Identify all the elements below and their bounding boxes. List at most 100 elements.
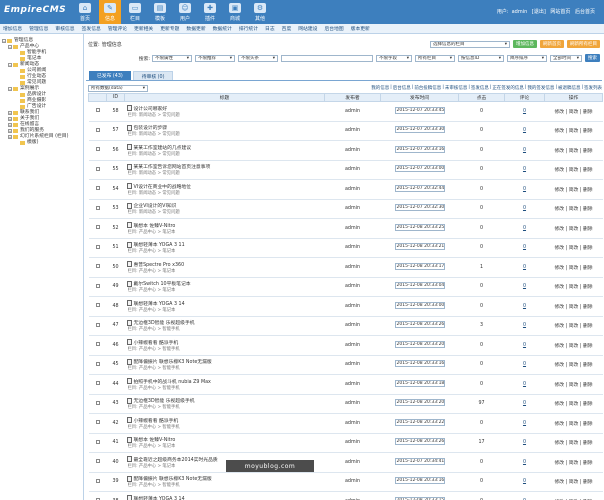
row-checkbox[interactable] — [95, 478, 100, 483]
site-home-link[interactable]: 网站首页 — [550, 9, 570, 15]
row-checkbox[interactable] — [95, 205, 100, 210]
row-checkbox[interactable] — [95, 147, 100, 152]
row-title-link[interactable]: 联想本 佐臻V-Nitro — [134, 222, 176, 229]
row-checkbox[interactable] — [95, 225, 100, 230]
nav-item-folder[interactable]: ▭ 栏目 — [124, 0, 146, 24]
row-checkbox[interactable] — [95, 342, 100, 347]
row-title-link[interactable]: 配降偏振片 联想乐檬K3 Note无漏版 — [134, 475, 212, 482]
nav-item-plugin[interactable]: ✚ 插件 — [199, 0, 221, 24]
filter-link[interactable]: 我的签发信息 — [527, 85, 554, 91]
filter-link[interactable]: 前台投稿信息 — [414, 85, 441, 91]
row-checkbox[interactable] — [95, 244, 100, 249]
row-actions[interactable]: 修改 | 简改 | 删除 — [554, 422, 592, 427]
nav-item-user[interactable]: ☺ 用户 — [174, 0, 196, 24]
subnav-link[interactable]: 管理评论 — [108, 25, 127, 32]
row-comments-link[interactable]: 0 — [523, 265, 526, 270]
row-title-link[interactable]: 小辣椒看看 酷派手机 — [134, 339, 179, 346]
row-comments-link[interactable]: 0 — [523, 401, 526, 406]
row-comments-link[interactable]: 0 — [523, 226, 526, 231]
subnav-link[interactable]: 后台地图 — [324, 25, 343, 32]
collapse-icon[interactable]: − — [8, 87, 12, 91]
row-actions[interactable]: 修改 | 简改 | 删除 — [554, 110, 592, 115]
row-checkbox[interactable] — [95, 361, 100, 366]
row-actions[interactable]: 修改 | 简改 | 删除 — [554, 188, 592, 193]
row-actions[interactable]: 修改 | 简改 | 删除 — [554, 168, 592, 173]
row-comments-link[interactable]: 0 — [523, 440, 526, 445]
collapse-icon[interactable]: − — [2, 39, 6, 43]
row-checkbox[interactable] — [95, 127, 100, 132]
row-title-link[interactable]: 小辣椒看看 酷派手机 — [134, 417, 179, 424]
row-comments-link[interactable]: 0 — [523, 167, 526, 172]
row-actions[interactable]: 修改 | 简改 | 删除 — [554, 324, 592, 329]
subnav-link[interactable]: 审核信息 — [55, 25, 74, 32]
row-actions[interactable]: 修改 | 简改 | 删除 — [554, 402, 592, 407]
filter-link[interactable]: 被退稿信息 — [558, 85, 581, 91]
expand-icon[interactable]: + — [8, 117, 12, 121]
search-select[interactable]: 不限属性 ▾ — [152, 54, 192, 62]
row-actions[interactable]: 修改 | 简改 | 删除 — [554, 305, 592, 310]
tree-node[interactable]: 模版) — [2, 140, 81, 146]
subnav-link[interactable]: 更新相关 — [134, 25, 153, 32]
filter-link[interactable]: 未审核信息 — [445, 85, 468, 91]
subnav-link[interactable]: 日志 — [265, 25, 275, 32]
expand-icon[interactable]: + — [8, 129, 12, 133]
collapse-icon[interactable]: − — [8, 45, 12, 49]
row-comments-link[interactable]: 0 — [523, 382, 526, 387]
expand-icon[interactable]: + — [8, 123, 12, 127]
refresh-home-button[interactable]: 刷新首页 — [540, 40, 564, 48]
subnav-link[interactable]: 数据更新 — [186, 25, 205, 32]
row-actions[interactable]: 修改 | 简改 | 删除 — [554, 129, 592, 134]
row-comments-link[interactable]: 0 — [523, 128, 526, 133]
row-title-link[interactable]: 最全靠近之超级商务本2014实时光品质 — [134, 456, 218, 463]
data-table-select[interactable]: 所有数据(data) ▾ — [88, 84, 148, 92]
row-actions[interactable]: 修改 | 简改 | 删除 — [554, 285, 592, 290]
search-input[interactable] — [281, 54, 373, 62]
row-comments-link[interactable]: 0 — [523, 304, 526, 309]
row-comments-link[interactable]: 0 — [523, 421, 526, 426]
row-comments-link[interactable]: 0 — [523, 362, 526, 367]
search-select[interactable]: 所有栏目 ▾ — [415, 54, 455, 62]
row-title-link[interactable]: 联想本 佐臻V-Nitro — [134, 436, 176, 443]
row-actions[interactable]: 修改 | 简改 | 删除 — [554, 344, 592, 349]
tab[interactable]: 已发布 (43) — [89, 71, 131, 80]
row-actions[interactable]: 修改 | 简改 | 删除 — [554, 461, 592, 466]
row-checkbox[interactable] — [95, 322, 100, 327]
row-title-link[interactable]: 拍照手机中的战斗机 nubia Z9 Max — [134, 378, 211, 385]
row-comments-link[interactable]: 0 — [523, 148, 526, 153]
row-checkbox[interactable] — [95, 283, 100, 288]
row-actions[interactable]: 修改 | 简改 | 删除 — [554, 149, 592, 154]
row-title-link[interactable]: 某某工作室告诉您网站首页注意事项 — [134, 163, 211, 170]
row-actions[interactable]: 修改 | 简改 | 删除 — [554, 441, 592, 446]
subnav-link[interactable]: 数据统计 — [213, 25, 232, 32]
subnav-link[interactable]: 管理信息 — [29, 25, 48, 32]
filter-link[interactable]: 正在签发的信息 — [492, 85, 524, 91]
row-title-link[interactable]: 联想轻薄本 YOGA 3 11 — [134, 241, 185, 248]
subnav-link[interactable]: 增加信息 — [3, 25, 22, 32]
nav-item-pencil[interactable]: ✎ 信息 — [99, 0, 121, 24]
row-comments-link[interactable]: 0 — [523, 109, 526, 114]
filter-link[interactable]: 签发列表 — [584, 85, 602, 91]
nav-item-home[interactable]: ⌂ 首页 — [74, 0, 96, 24]
row-actions[interactable]: 修改 | 简改 | 删除 — [554, 480, 592, 485]
nav-item-shop[interactable]: ▣ 商城 — [224, 0, 246, 24]
row-comments-link[interactable]: 0 — [523, 323, 526, 328]
search-button[interactable]: 搜索 — [585, 54, 600, 62]
refresh-all-button[interactable]: 刷新所有栏目 — [567, 40, 600, 48]
search-select[interactable]: 不限推荐 ▾ — [195, 54, 235, 62]
row-title-link[interactable]: 联想轻薄本 YOGA 3 14 — [134, 495, 185, 500]
subnav-link[interactable]: 排行统计 — [239, 25, 258, 32]
logout-link[interactable]: [退出] — [532, 9, 546, 15]
row-title-link[interactable]: 惠普Spectre Pro x360 — [134, 261, 185, 268]
row-title-link[interactable]: 包装设计的步骤 — [134, 124, 168, 131]
subnav-link[interactable]: 网站建设 — [298, 25, 317, 32]
row-checkbox[interactable] — [95, 303, 100, 308]
filter-link[interactable]: 签发信息 — [471, 85, 489, 91]
row-title-link[interactable]: 企业VI设计的VI知识 — [134, 202, 177, 209]
row-checkbox[interactable] — [95, 186, 100, 191]
row-comments-link[interactable]: 0 — [523, 479, 526, 484]
row-actions[interactable]: 修改 | 简改 | 删除 — [554, 207, 592, 212]
row-actions[interactable]: 修改 | 简改 | 删除 — [554, 383, 592, 388]
row-checkbox[interactable] — [95, 400, 100, 405]
row-title-link[interactable]: 设计公司哪家好 — [134, 105, 168, 112]
row-actions[interactable]: 修改 | 简改 | 删除 — [554, 363, 592, 368]
